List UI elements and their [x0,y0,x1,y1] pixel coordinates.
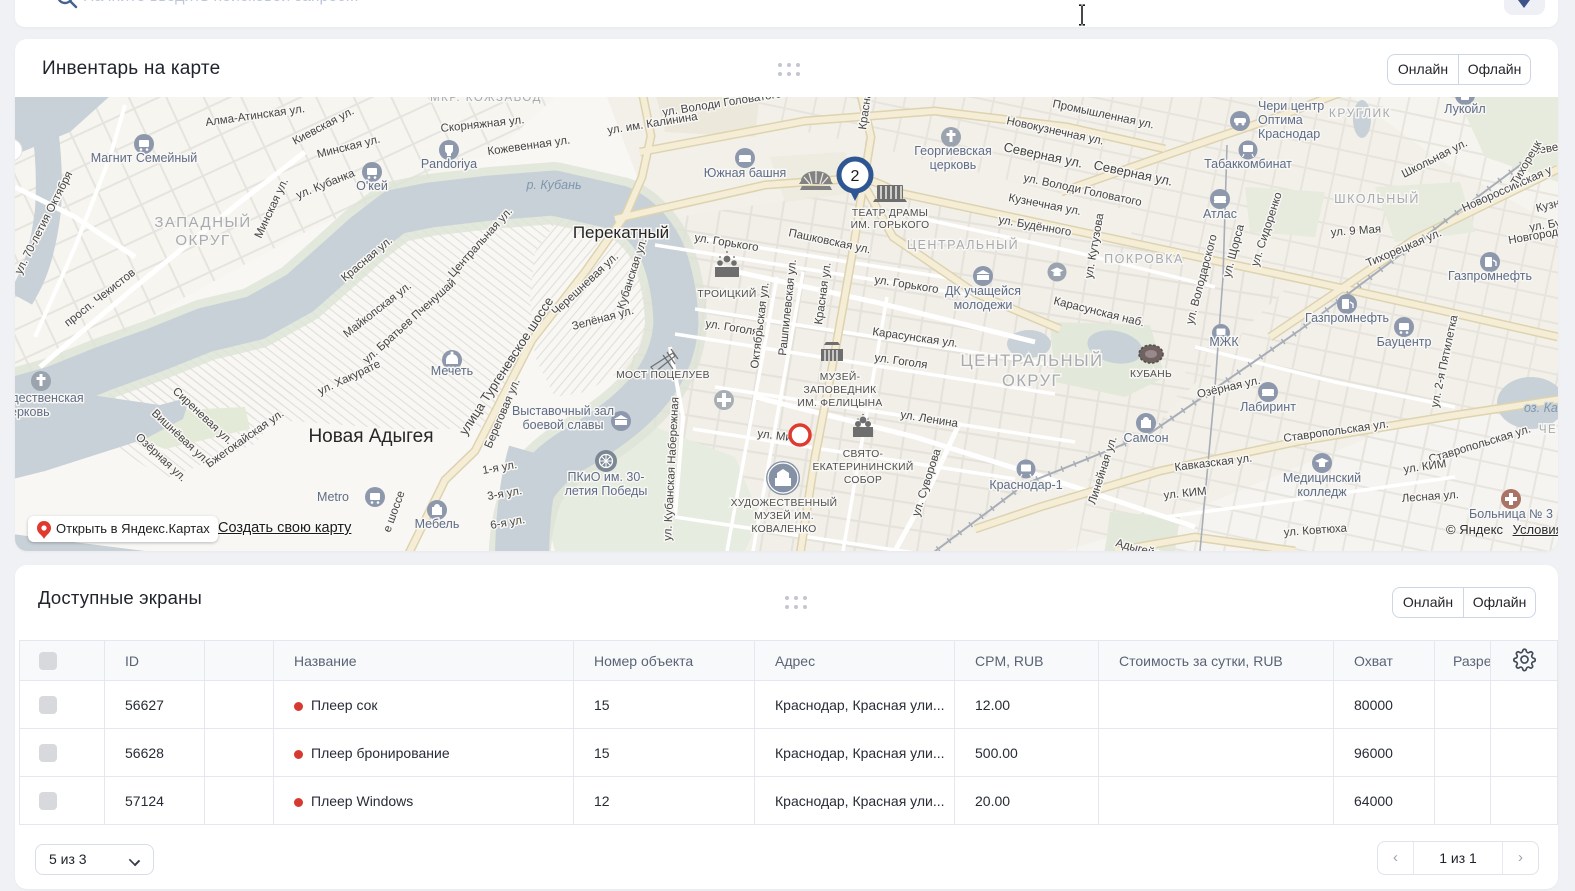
svg-text:Газпромнефть: Газпромнефть [1305,311,1389,325]
svg-text:р. Кубань: р. Кубань [525,178,581,192]
svg-text:КРУГЛИК: КРУГЛИК [1329,106,1391,120]
svg-text:ПКиО им. 30-: ПКиО им. 30- [567,470,644,484]
svg-text:Газпромнефть: Газпромнефть [1448,269,1532,283]
svg-text:летия Победы: летия Победы [565,484,648,498]
svg-text:Чери центр: Чери центр [1258,99,1324,113]
svg-text:ШКОЛЬНЫЙ: ШКОЛЬНЫЙ [1334,191,1420,206]
svg-text:Metro: Metro [317,490,349,504]
svg-text:МУЗЕЙ ИМ.: МУЗЕЙ ИМ. [754,509,814,522]
svg-text:О'кей: О'кей [356,179,388,193]
svg-text:МКР. КОЖЗАВОД: МКР. КОЖЗАВОД [430,97,542,104]
svg-text:МЖК: МЖК [1209,335,1239,349]
svg-text:ЕКАТЕРИНИНСКИЙ: ЕКАТЕРИНИНСКИЙ [812,460,913,473]
svg-text:КОВАЛЕНКО: КОВАЛЕНКО [751,524,816,535]
svg-text:ЦЕНТРАЛЬНЫЙ: ЦЕНТРАЛЬНЫЙ [907,237,1019,252]
svg-text:Выставочный зал: Выставочный зал [512,404,614,418]
svg-text:Георгиевская: Георгиевская [914,144,992,158]
svg-text:Бауцентр: Бауцентр [1377,335,1432,349]
svg-text:ЧЕ: ЧЕ [1539,424,1557,436]
svg-text:ждественская: ждественская [15,391,84,405]
svg-text:колледж: колледж [1297,485,1347,499]
svg-text:СОБОР: СОБОР [844,475,882,486]
svg-text:СВЯТО-: СВЯТО- [843,449,883,460]
svg-text:ПОКРОВКА: ПОКРОВКА [1104,252,1184,266]
svg-text:КУБАНЬ: КУБАНЬ [1130,369,1172,380]
svg-text:ДК учащейся: ДК учащейся [945,284,1021,298]
svg-text:ТРОИЦКИЙ: ТРОИЦКИЙ [697,287,756,300]
svg-text:МОСТ ПОЦЕЛУЕВ: МОСТ ПОЦЕЛУЕВ [616,370,710,381]
svg-text:ЗАПОВЕДНИК: ЗАПОВЕДНИК [804,385,877,396]
svg-text:Южная башня: Южная башня [704,166,787,180]
svg-text:ЦЕНТРАЛЬНЫЙ: ЦЕНТРАЛЬНЫЙ [960,351,1103,370]
svg-text:МУЗЕЙ-: МУЗЕЙ- [820,370,861,383]
svg-text:Pandoriya: Pandoriya [421,157,477,171]
svg-text:боевой славы: боевой славы [522,418,603,432]
svg-text:ХУДОЖЕСТВЕННЫЙ: ХУДОЖЕСТВЕННЫЙ [731,496,838,509]
svg-text:ИМ. ФЕЛИЦЫНА: ИМ. ФЕЛИЦЫНА [797,398,882,409]
svg-text:церковь: церковь [15,405,50,419]
svg-text:молодежи: молодежи [954,298,1013,312]
svg-text:Самсон: Самсон [1124,431,1169,445]
svg-text:Новая Адыгея: Новая Адыгея [308,426,433,447]
svg-text:оз. Ка: оз. Ка [1524,401,1558,415]
svg-text:Краснодар: Краснодар [1258,127,1320,141]
svg-text:Лукойл: Лукойл [1444,102,1485,116]
svg-text:Атлас: Атлас [1203,207,1237,221]
svg-text:ЗАПАДНЫЙ: ЗАПАДНЫЙ [154,213,251,231]
svg-text:Магнит Семейный: Магнит Семейный [91,151,198,165]
svg-text:Мебель: Мебель [415,517,460,531]
svg-text:Мечеть: Мечеть [431,364,473,378]
svg-text:Перекатный: Перекатный [573,223,669,242]
svg-text:ОКРУГ: ОКРУГ [175,232,230,249]
svg-text:2: 2 [851,168,860,185]
svg-text:Оптима: Оптима [1258,113,1303,127]
svg-text:ОКРУГ: ОКРУГ [1002,372,1062,390]
svg-text:Медицинский: Медицинский [1283,471,1361,485]
svg-text:Табаккомбинат: Табаккомбинат [1204,157,1292,171]
svg-text:ТЕАТР ДРАМЫ: ТЕАТР ДРАМЫ [852,208,928,219]
svg-text:церковь: церковь [930,158,977,172]
svg-text:Больница № 3: Больница № 3 [1469,507,1553,521]
svg-text:ИМ. ГОРЬКОГО: ИМ. ГОРЬКОГО [851,220,930,231]
svg-text:Лабиринт: Лабиринт [1240,400,1296,414]
svg-text:Краснодар-1: Краснодар-1 [989,478,1062,492]
